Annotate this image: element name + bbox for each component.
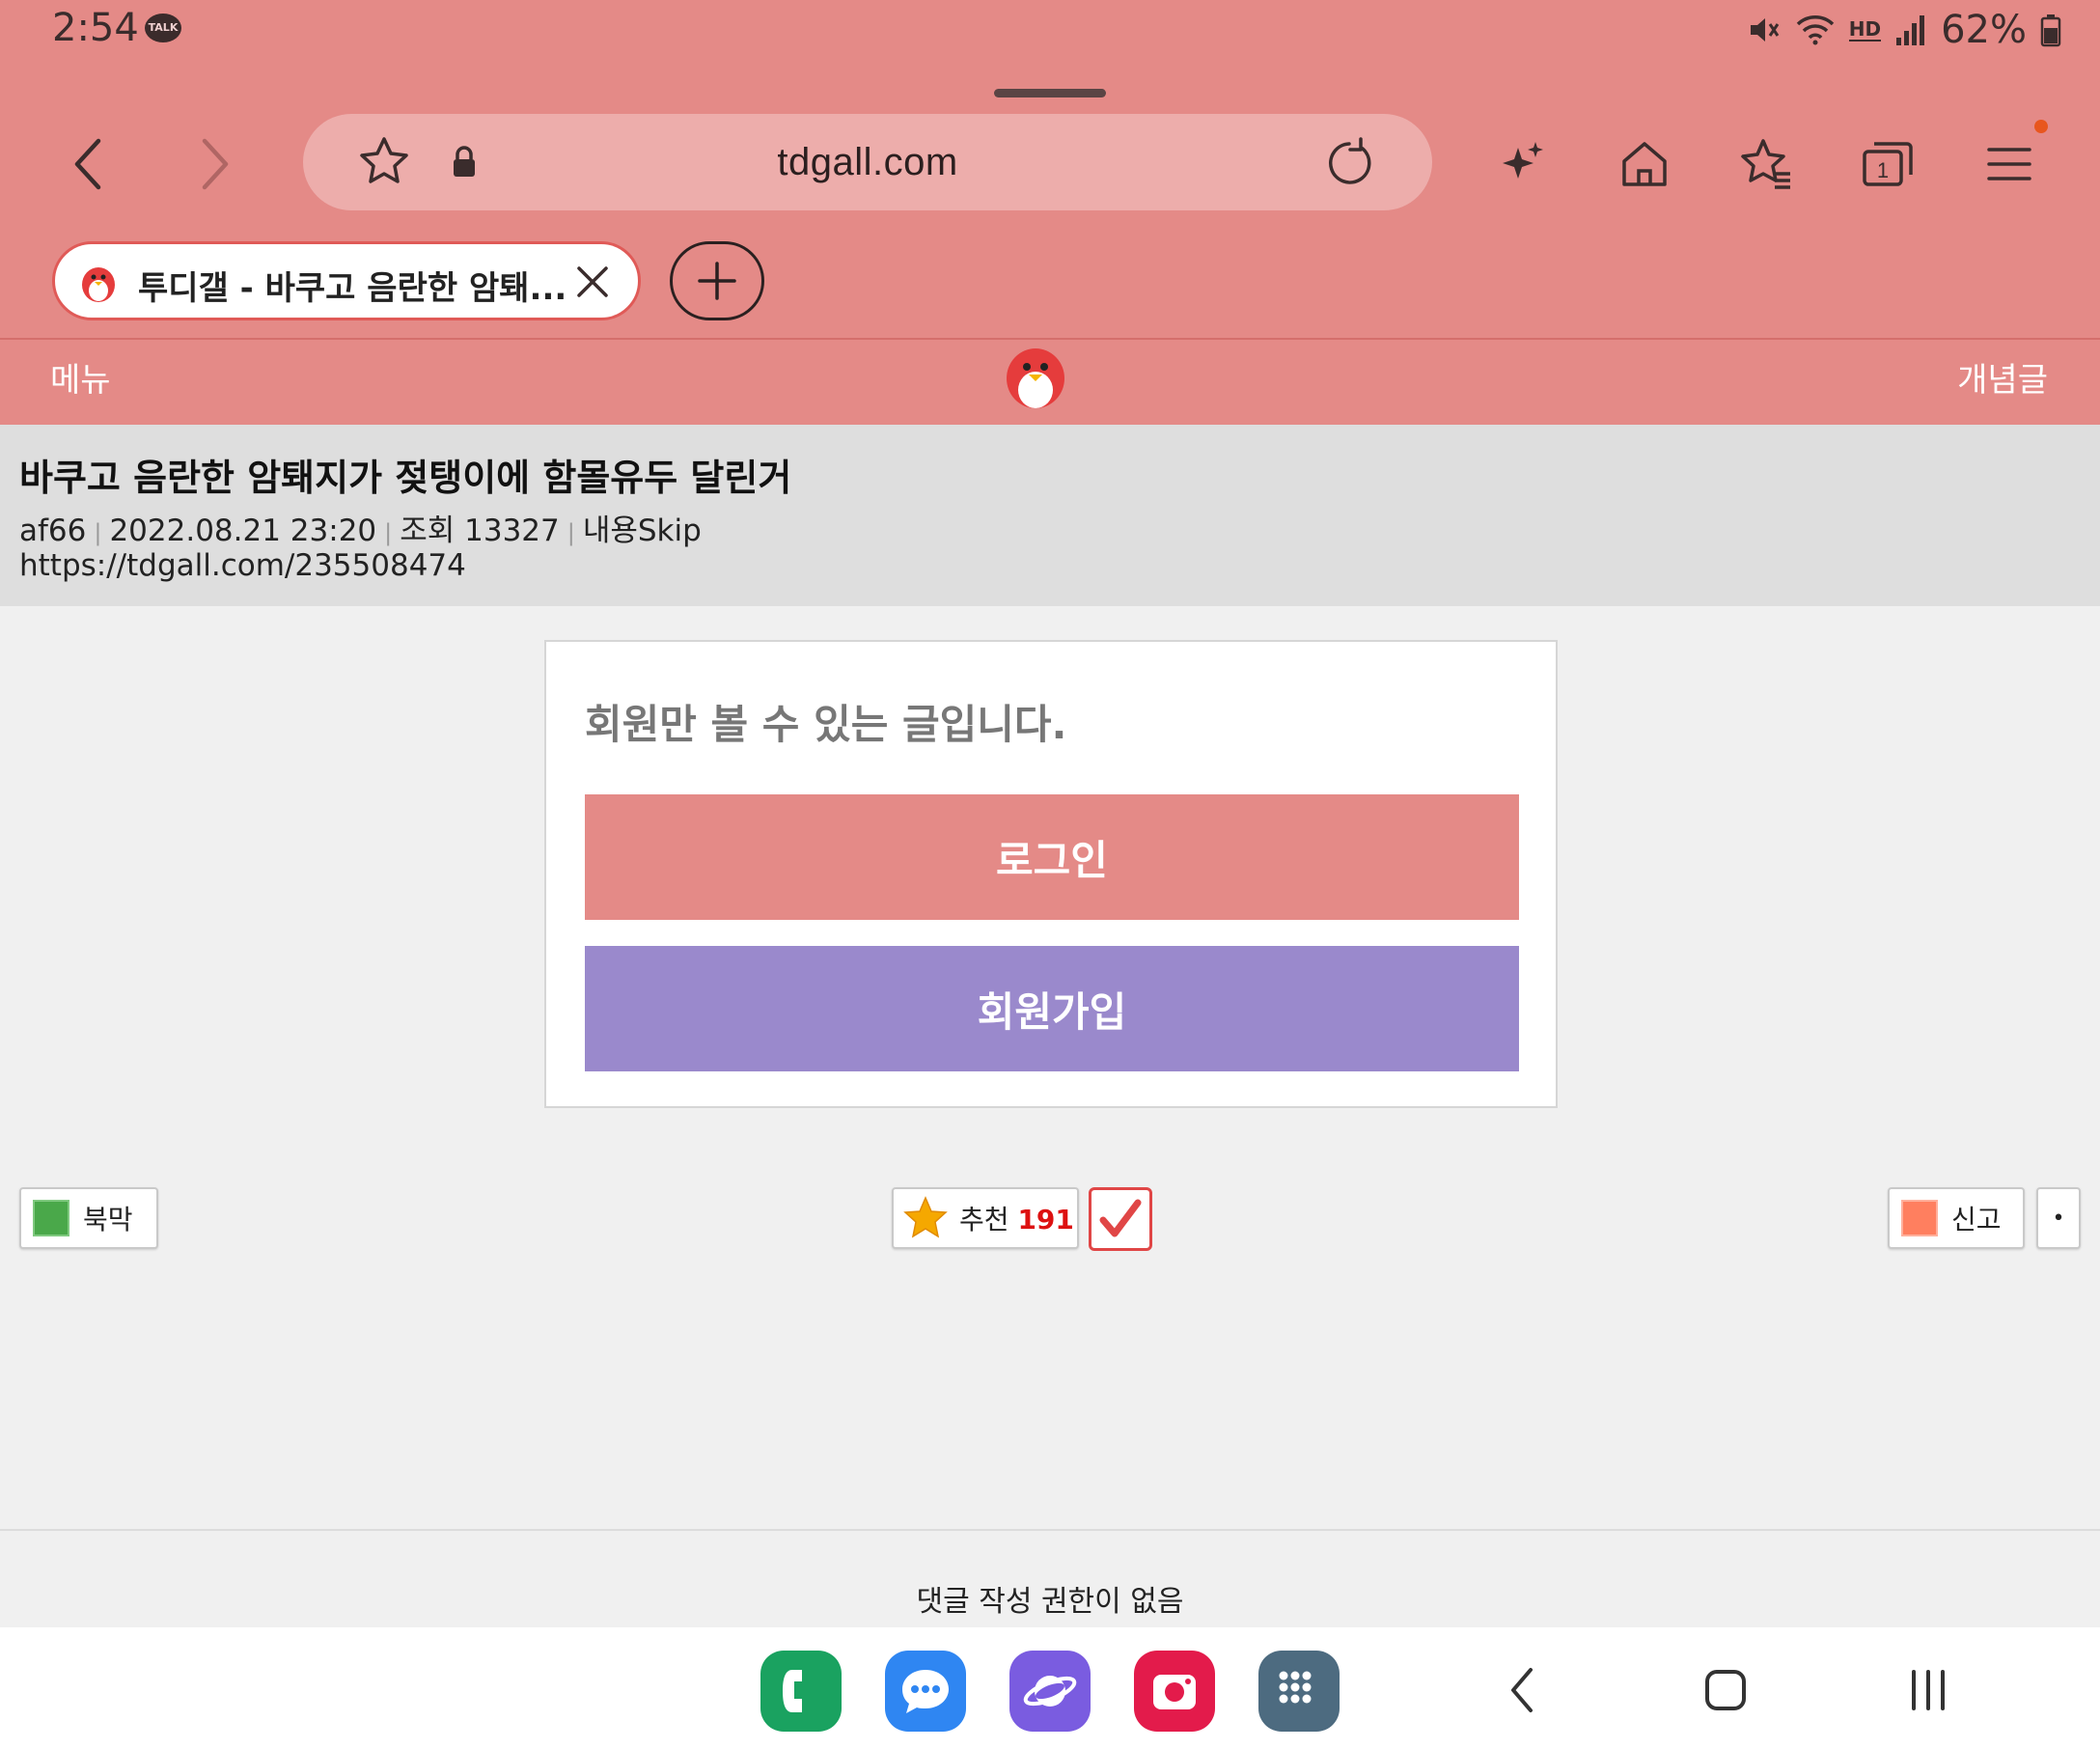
- menu-button[interactable]: [1969, 120, 2050, 205]
- mute-icon: [1750, 18, 1779, 42]
- system-recents-button[interactable]: [1890, 1656, 1967, 1724]
- site-header: 메뉴 개념글: [0, 340, 2100, 425]
- apps-grid-app-icon[interactable]: [1258, 1651, 1340, 1732]
- camera-icon: [1153, 1675, 1196, 1709]
- tabs-icon: 1: [1863, 142, 1913, 186]
- checkmark-icon: [1099, 1199, 1142, 1237]
- address-bar[interactable]: tdgall.com: [303, 114, 1432, 210]
- report-label: 신고: [1951, 1204, 2002, 1235]
- more-options-button[interactable]: •: [2036, 1187, 2081, 1249]
- bookmarks-button[interactable]: [1726, 124, 1807, 205]
- block-label: 북막: [83, 1204, 133, 1235]
- recommend-label: 추천: [959, 1204, 1009, 1235]
- site-menu-link[interactable]: 메뉴: [50, 353, 111, 401]
- apps-grid-icon: [1279, 1671, 1312, 1704]
- recommend-check-button[interactable]: [1089, 1187, 1152, 1251]
- star-icon: [903, 1196, 948, 1238]
- battery-icon: [2040, 14, 2061, 47]
- recommend-button[interactable]: 추천 191: [892, 1187, 1079, 1249]
- recommend-count: 191: [1017, 1204, 1074, 1235]
- site-logo-icon[interactable]: [1002, 342, 1069, 411]
- block-button[interactable]: 북막: [19, 1187, 158, 1249]
- notification-dot: [2034, 120, 2048, 133]
- ai-sparkle-button[interactable]: [1482, 124, 1563, 205]
- members-only-box: 회원만 볼 수 있는 글입니다. 로그인 회원가입: [544, 640, 1558, 1108]
- chevron-right-icon: [202, 138, 229, 190]
- more-dot: •: [2052, 1206, 2065, 1231]
- home-icon: [1622, 142, 1667, 186]
- members-only-message: 회원만 볼 수 있는 글입니다.: [585, 701, 1067, 748]
- phone-icon: [783, 1670, 802, 1712]
- browser-chrome: 2:54 TALK HD 62% tdgall.com 1 투디갤 - 바쿠고 …: [0, 0, 2100, 338]
- back-chevron-icon: [1511, 1668, 1533, 1712]
- best-posts-link[interactable]: 개념글: [1957, 353, 2048, 401]
- chevron-left-icon: [74, 138, 101, 190]
- status-icons: HD 62%: [1747, 6, 2061, 54]
- article-meta: af66 | 2022.08.21 23:20 | 조회 13327 | 내용Skip: [19, 514, 702, 548]
- browser-tab[interactable]: 투디갤 - 바쿠고 음란한 암퇘...: [52, 241, 641, 320]
- new-tab-button[interactable]: [670, 241, 764, 320]
- sparkle-icon: [1503, 142, 1543, 179]
- camera-app-icon[interactable]: [1134, 1651, 1215, 1732]
- report-button[interactable]: 신고: [1888, 1187, 2025, 1249]
- phone-app-icon[interactable]: [760, 1651, 842, 1732]
- article-header: 바쿠고 음란한 암퇘지가 젖탱이에 함몰유두 달린거 af66 | 2022.08.…: [0, 425, 2100, 606]
- internet-app-icon[interactable]: [1009, 1651, 1091, 1732]
- recents-icon: [1912, 1670, 1945, 1710]
- system-back-button[interactable]: [1484, 1656, 1561, 1724]
- chat-bubble-icon: [902, 1670, 949, 1713]
- kakaotalk-notification-icon: TALK: [145, 14, 181, 42]
- url-text[interactable]: tdgall.com: [303, 141, 1432, 184]
- messages-app-icon[interactable]: [885, 1651, 966, 1732]
- plus-icon: [698, 262, 736, 300]
- drag-handle[interactable]: [994, 89, 1106, 97]
- article-url[interactable]: https://tdgall.com/235508474: [19, 548, 466, 583]
- green-square-icon: [33, 1200, 69, 1236]
- comments-divider: [0, 1529, 2100, 1531]
- system-home-button[interactable]: [1687, 1656, 1764, 1724]
- system-navigation-bar: [0, 1627, 2100, 1749]
- tabs-button[interactable]: 1: [1847, 124, 1928, 205]
- site-favicon-icon: [82, 267, 115, 302]
- article-author[interactable]: af66: [19, 514, 86, 548]
- home-button[interactable]: [1604, 124, 1685, 205]
- hd-voice-icon: HD: [1848, 17, 1882, 42]
- status-time: 2:54: [52, 6, 139, 50]
- signup-button[interactable]: 회원가입: [585, 946, 1519, 1071]
- svg-text:1: 1: [1877, 158, 1889, 182]
- back-button[interactable]: [50, 125, 127, 203]
- planet-icon: [1023, 1676, 1077, 1707]
- login-button[interactable]: 로그인: [585, 794, 1519, 920]
- article-datetime: 2022.08.21 23:20: [109, 514, 377, 548]
- orange-square-icon: [1901, 1200, 1938, 1236]
- bookmarks-star-icon: [1741, 139, 1790, 189]
- forward-button[interactable]: [176, 125, 253, 203]
- home-square-icon: [1705, 1670, 1746, 1710]
- close-tab-icon[interactable]: [574, 264, 611, 300]
- comment-permission-note: 댓글 작성 권한이 없음: [916, 1585, 1184, 1619]
- signal-icon: [1896, 15, 1925, 45]
- tab-title[interactable]: 투디갤 - 바쿠고 음란한 암퇘...: [138, 262, 566, 309]
- article-views: 조회 13327: [400, 514, 560, 548]
- article-title: 바쿠고 음란한 암퇘지가 젖탱이에 함몰유두 달린거: [19, 457, 792, 499]
- skip-content-link[interactable]: 내용Skip: [583, 514, 702, 548]
- wifi-icon: [1796, 15, 1834, 45]
- battery-percent: 62%: [1941, 8, 2027, 52]
- hamburger-menu-icon: [1987, 148, 2031, 180]
- reload-icon[interactable]: [1324, 137, 1376, 189]
